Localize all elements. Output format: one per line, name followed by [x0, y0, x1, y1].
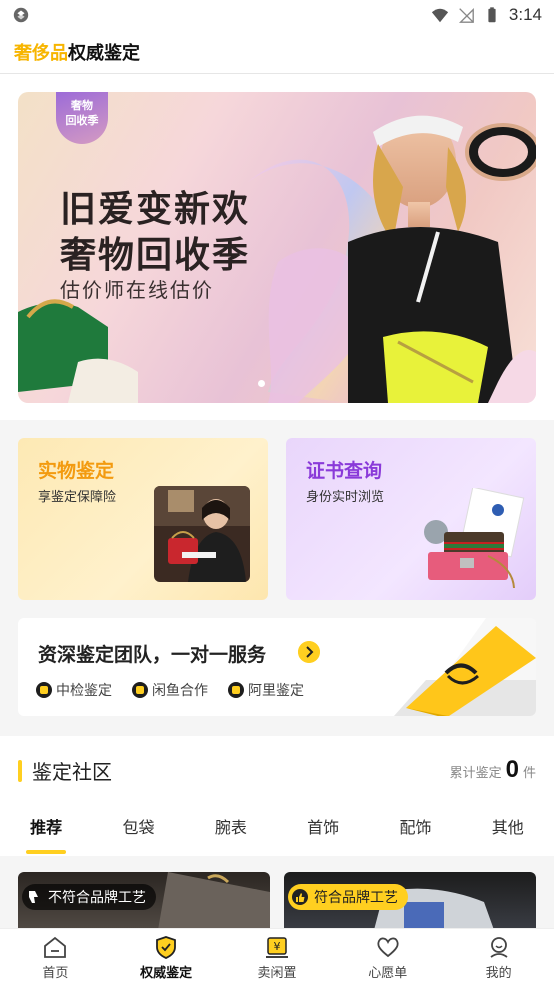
certificate-query-card[interactable]: 证书查询 身份实时浏览	[286, 438, 536, 600]
community-title: 鉴定社区	[32, 760, 112, 784]
nav-label: 心愿单	[368, 965, 408, 981]
expert-team-card[interactable]: 资深鉴定团队，一对一服务 中检鉴定 闲鱼合作 阿里鉴定	[18, 618, 536, 716]
nav-home[interactable]: 首页	[5, 935, 105, 981]
certificate-query-subtitle: 身份实时浏览	[306, 490, 385, 505]
badge-line-2: 回收季	[65, 114, 99, 127]
team-tag: 中检鉴定	[36, 680, 112, 700]
fish-badge-icon	[132, 682, 148, 698]
nav-label: 权威鉴定	[140, 965, 193, 981]
svg-text:¥: ¥	[273, 940, 280, 953]
verdict-badge-fail: 不符合品牌工艺	[22, 884, 156, 910]
nav-label: 我的	[485, 965, 512, 981]
counter-prefix: 累计鉴定	[449, 766, 502, 781]
promo-banner[interactable]: 奢物 回收季 旧爱变新欢 奢物回收季 估价师在线估价	[18, 92, 536, 403]
sell-yen-icon: ¥	[265, 936, 288, 958]
nav-label: 首页	[42, 965, 69, 981]
team-tag: 阿里鉴定	[228, 680, 304, 700]
battery-icon	[488, 7, 496, 23]
section-accent-bar	[18, 760, 22, 782]
physical-appraisal-subtitle: 享鉴定保障险	[38, 490, 117, 505]
hammer-badge-icon	[228, 682, 244, 698]
tab-jewelry[interactable]: 首饰	[299, 810, 347, 856]
verdict-label: 符合品牌工艺	[314, 890, 398, 906]
expert-team-title: 资深鉴定团队，一对一服务	[38, 644, 267, 666]
banner-title-line-2: 奢物回收季	[60, 234, 251, 276]
category-tabs: 推荐 包袋 腕表 首饰 配饰 其他	[0, 810, 554, 856]
profile-icon	[490, 936, 508, 958]
chevron-right-icon[interactable]	[298, 641, 320, 663]
home-icon	[44, 936, 67, 958]
team-tag: 闲鱼合作	[132, 680, 208, 700]
status-bar: 3:14	[0, 0, 554, 30]
verdict-badge-pass: 符合品牌工艺	[288, 884, 408, 910]
physical-appraisal-title: 实物鉴定	[38, 460, 115, 482]
feed-card[interactable]: 不符合品牌工艺	[18, 872, 270, 930]
expert-team-tags: 中检鉴定 闲鱼合作 阿里鉴定	[36, 680, 304, 700]
counter-value: 0	[505, 756, 519, 783]
heart-icon	[377, 937, 399, 957]
team-tag-label: 阿里鉴定	[248, 683, 304, 699]
app-notification-icon	[13, 7, 29, 23]
badge-line-1: 奢物	[71, 99, 93, 112]
brand-text: 权威鉴定	[68, 42, 140, 64]
appraisal-counter: 累计鉴定 0 件	[450, 756, 536, 784]
tab-bags[interactable]: 包袋	[114, 810, 162, 856]
appraiser-photo	[154, 486, 250, 582]
page-header: 奢侈品 权威鉴定	[0, 30, 554, 74]
team-tag-label: 闲鱼合作	[152, 683, 208, 699]
wifi-icon	[431, 8, 449, 23]
nav-profile[interactable]: 我的	[449, 935, 549, 981]
appraisal-shield-icon	[156, 935, 177, 959]
banner-title-line-1: 旧爱变新欢	[60, 188, 251, 230]
tab-other[interactable]: 其他	[484, 810, 532, 856]
bottom-navigation: 首页 权威鉴定 ¥ 卖闲置 心愿单 我的	[0, 928, 554, 986]
banner-badge: 奢物 回收季	[56, 92, 108, 144]
feed-card[interactable]: 符合品牌工艺	[284, 872, 536, 930]
nav-sell[interactable]: ¥ 卖闲置	[227, 935, 327, 981]
nav-label: 卖闲置	[257, 965, 297, 981]
physical-appraisal-card[interactable]: 实物鉴定 享鉴定保障险	[18, 438, 268, 600]
status-time: 3:14	[508, 5, 542, 24]
thumbs-up-icon	[292, 889, 308, 905]
shield-badge-icon	[36, 682, 52, 698]
brand-accent-text: 奢侈品	[14, 42, 68, 64]
thumbs-down-icon	[29, 891, 38, 903]
tab-accessories[interactable]: 配饰	[391, 810, 439, 856]
tab-watches[interactable]: 腕表	[207, 810, 255, 856]
community-header: 鉴定社区 累计鉴定 0 件	[0, 748, 554, 792]
shopping-bag-illustration	[394, 618, 536, 716]
team-tag-label: 中检鉴定	[56, 683, 112, 699]
verdict-label: 不符合品牌工艺	[48, 890, 146, 906]
certificate-products-illustration	[424, 488, 525, 589]
counter-suffix: 件	[522, 766, 536, 781]
nav-wishlist[interactable]: 心愿单	[338, 935, 438, 981]
tab-recommended[interactable]: 推荐	[22, 810, 70, 856]
signal-off-icon	[458, 7, 474, 23]
certificate-query-title: 证书查询	[306, 460, 383, 482]
nav-appraisal[interactable]: 权威鉴定	[116, 935, 216, 981]
carousel-indicator[interactable]	[258, 380, 265, 387]
banner-subtitle: 估价师在线估价	[60, 278, 214, 302]
